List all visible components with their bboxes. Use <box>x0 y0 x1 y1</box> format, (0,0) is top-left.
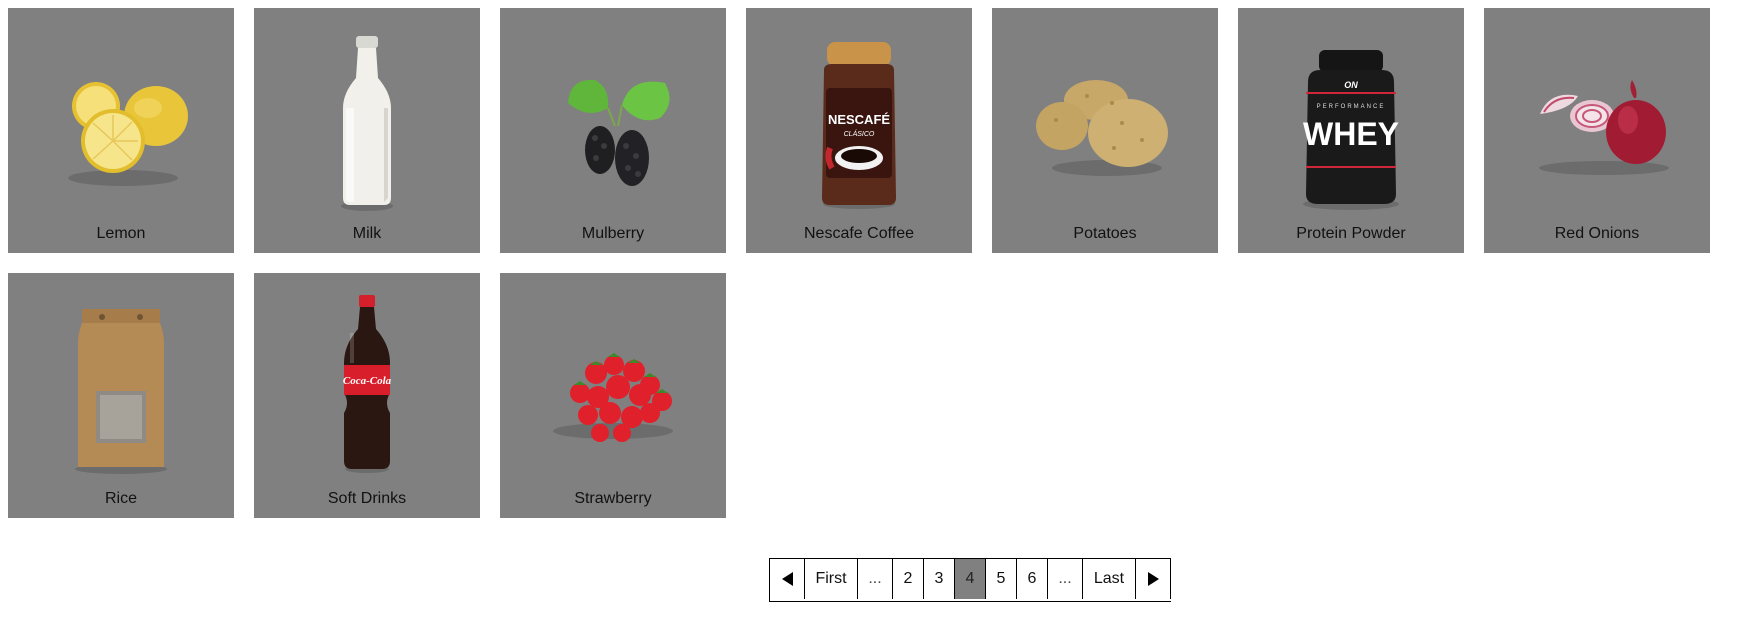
rice-bag-icon <box>8 273 234 483</box>
product-label: Nescafe Coffee <box>804 225 914 242</box>
product-card-mulberry[interactable]: Mulberry <box>500 8 726 253</box>
product-card-potatoes[interactable]: Potatoes <box>992 8 1218 253</box>
page-button-4-current[interactable]: 4 <box>955 559 986 599</box>
protein-name-text: WHEY <box>1303 116 1399 152</box>
lemon-icon <box>8 8 234 218</box>
strawberries-icon <box>500 273 726 483</box>
product-card-milk[interactable]: Milk <box>254 8 480 253</box>
product-card-rice[interactable]: Rice <box>8 273 234 518</box>
product-label: Milk <box>352 225 382 242</box>
page-button-6[interactable]: 6 <box>1017 559 1048 599</box>
cola-brand-text: Coca-Cola <box>343 375 392 387</box>
page-button-2[interactable]: 2 <box>893 559 924 599</box>
nescafe-sub-text: CLÁSICO <box>844 129 875 138</box>
last-page-button[interactable]: Last <box>1083 559 1136 599</box>
previous-page-button[interactable] <box>770 559 805 599</box>
potatoes-icon <box>992 8 1218 218</box>
product-label: Soft Drinks <box>327 490 407 507</box>
protein-brand-text: ON <box>1344 80 1358 90</box>
protein-tub-icon: ON PERFORMANCE WHEY <box>1238 8 1464 218</box>
first-page-button[interactable]: First <box>805 559 858 599</box>
next-page-button[interactable] <box>1136 559 1171 599</box>
page-button-5[interactable]: 5 <box>986 559 1017 599</box>
triangle-right-icon <box>1147 572 1159 586</box>
milk-bottle-icon <box>254 8 480 218</box>
red-onions-icon <box>1484 8 1710 218</box>
product-label: Strawberry <box>574 490 652 507</box>
product-card-strawberry[interactable]: Strawberry <box>500 273 726 518</box>
product-card-red-onions[interactable]: Red Onions <box>1484 8 1710 253</box>
product-card-soft-drinks[interactable]: Coca-Cola Soft Drinks <box>254 273 480 518</box>
mulberry-icon <box>500 8 726 218</box>
product-card-nescafe-coffee[interactable]: NESCAFÉ CLÁSICO Nescafe Coffee <box>746 8 972 253</box>
coffee-jar-icon: NESCAFÉ CLÁSICO <box>746 8 972 218</box>
product-label: Red Onions <box>1554 225 1640 242</box>
ellipsis-right: ... <box>1048 559 1083 599</box>
product-label: Rice <box>104 490 137 507</box>
triangle-left-icon <box>781 572 793 586</box>
product-label: Lemon <box>96 225 146 242</box>
product-label: Potatoes <box>1073 225 1137 242</box>
protein-line-text: PERFORMANCE <box>1317 104 1386 110</box>
product-label: Protein Powder <box>1296 225 1406 242</box>
nescafe-brand-text: NESCAFÉ <box>828 112 890 127</box>
product-grid: Lemon Milk Mulberry NESCAFÉ CLÁSICO Nesc… <box>8 8 1728 518</box>
product-card-protein-powder[interactable]: ON PERFORMANCE WHEY Protein Powder <box>1238 8 1464 253</box>
cola-bottle-icon: Coca-Cola <box>254 273 480 483</box>
product-label: Mulberry <box>581 225 645 242</box>
pagination: First ... 2 3 4 5 6 ... Last <box>769 558 1171 602</box>
page-button-3[interactable]: 3 <box>924 559 955 599</box>
product-card-lemon[interactable]: Lemon <box>8 8 234 253</box>
ellipsis-left: ... <box>858 559 893 599</box>
